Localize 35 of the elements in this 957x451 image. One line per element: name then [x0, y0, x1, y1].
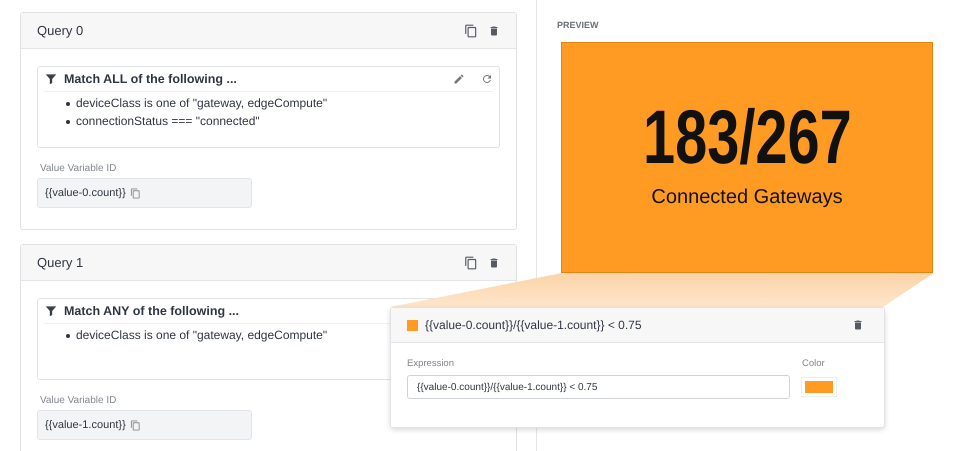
- copy-icon: [130, 188, 141, 198]
- variable-text: {{value-1.count}}: [45, 419, 126, 431]
- field-label: Expression: [407, 358, 455, 369]
- bullet-icon: [66, 120, 70, 124]
- delete-button[interactable]: [852, 319, 864, 331]
- query-title: Query 1: [37, 255, 84, 270]
- bullet-icon: [66, 102, 70, 106]
- filter-icon: [44, 72, 58, 86]
- query-title: Query 0: [37, 23, 84, 38]
- field-label: Value Variable ID: [40, 163, 118, 174]
- filter-heading: Match ANY of the following ...: [64, 304, 240, 318]
- preview-label: PREVIEW: [557, 20, 600, 30]
- color-picker[interactable]: [802, 378, 836, 396]
- refresh-button[interactable]: [481, 73, 493, 85]
- delete-button[interactable]: [488, 256, 500, 268]
- field-label: Value Variable ID: [40, 395, 118, 406]
- copy-icon: [464, 24, 478, 38]
- variable-text: {{value-0.count}}: [45, 187, 126, 199]
- copy-icon: [130, 420, 141, 430]
- condition-text: connectionStatus === "connected": [76, 114, 260, 128]
- condition-text: deviceClass is one of "gateway, edgeCompute": [76, 96, 328, 110]
- duplicate-button[interactable]: [464, 24, 478, 38]
- bullet-icon: [66, 334, 70, 338]
- field-label: Color: [802, 358, 826, 369]
- duplicate-button[interactable]: [464, 256, 478, 270]
- filter-heading: Match ALL of the following ...: [64, 72, 238, 86]
- condition-title: {{value-0.count}}/{{value-1.count}} < 0.75: [425, 318, 643, 332]
- edit-button[interactable]: [453, 73, 465, 85]
- metric-caption: Connected Gateways: [651, 186, 843, 209]
- expression-input[interactable]: {{value-0.count}}/{{value-1.count}} < 0.75: [407, 375, 790, 399]
- delete-button[interactable]: [488, 24, 500, 36]
- condition-text: deviceClass is one of "gateway, edgeCompute": [76, 328, 328, 342]
- copy-icon: [464, 256, 478, 270]
- metric-value: 183/267: [642, 100, 852, 176]
- filter-icon: [44, 304, 58, 318]
